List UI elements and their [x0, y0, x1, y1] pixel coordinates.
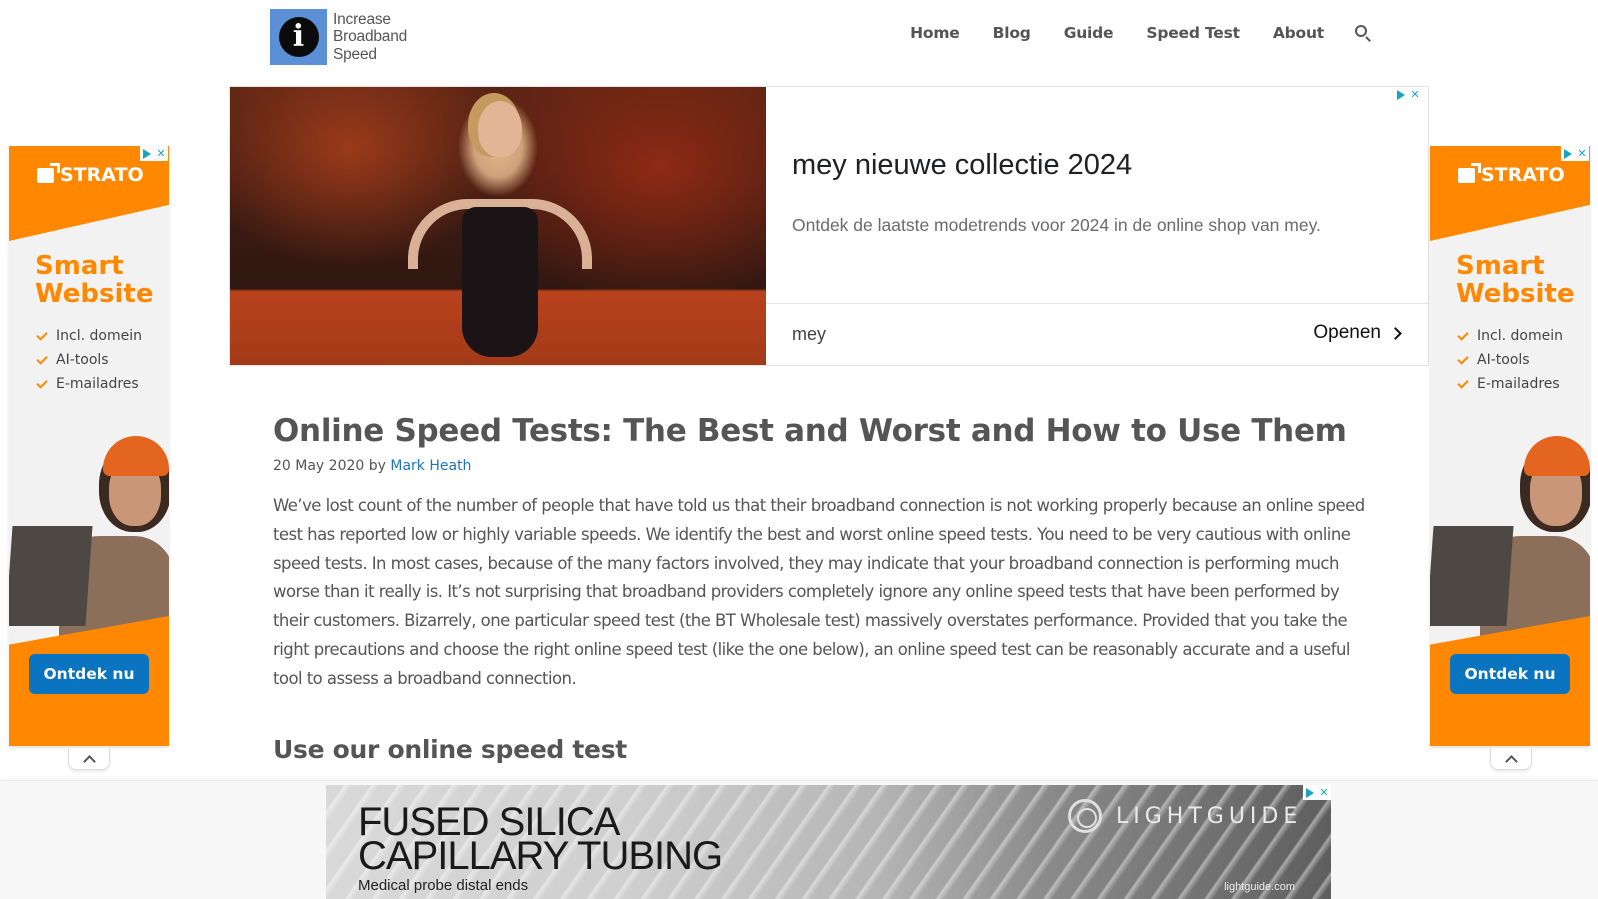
- strato-logo: STRATO: [37, 162, 144, 186]
- ad-brand: mey: [792, 324, 827, 344]
- logo-info-icon: i: [270, 9, 327, 65]
- feature-list: Incl. domein AI-tools E-mailadres: [35, 324, 142, 396]
- check-icon: [1457, 376, 1469, 389]
- collapse-left-ad-button[interactable]: [68, 748, 110, 770]
- side-ad-title: Smart Website: [1456, 251, 1575, 309]
- ad-image[interactable]: [230, 87, 766, 365]
- article-intro: We’ve lost count of the number of people…: [273, 496, 1365, 688]
- article-title: Online Speed Tests: The Best and Worst a…: [273, 413, 1347, 449]
- collapse-right-ad-button[interactable]: [1490, 748, 1532, 770]
- strato-logo-icon: [1458, 162, 1481, 183]
- check-icon: [36, 352, 48, 365]
- check-icon: [1457, 352, 1469, 365]
- bottom-ad-subtitle: Medical probe distal ends: [358, 877, 529, 894]
- strato-logo-icon: [37, 162, 60, 183]
- site-logo[interactable]: i Increase Broadband Speed: [270, 9, 407, 65]
- search-icon[interactable]: [1354, 24, 1372, 42]
- site-header: i Increase Broadband Speed Home Blog Gui…: [0, 0, 1598, 78]
- article: Online Speed Tests: The Best and Worst a…: [273, 412, 1383, 694]
- close-ad-icon[interactable]: ✕: [1408, 87, 1422, 102]
- ad-headline[interactable]: mey nieuwe collectie 2024: [792, 149, 1132, 182]
- adchoices: ✕: [1394, 87, 1422, 102]
- right-side-ad[interactable]: STRATO Smart Website Incl. domein AI-too…: [1430, 146, 1590, 746]
- nav-home[interactable]: Home: [910, 24, 960, 42]
- adchoices: ✕: [1561, 146, 1589, 161]
- left-side-ad[interactable]: STRATO Smart Website Incl. domein AI-too…: [9, 146, 169, 746]
- chevron-up-icon: [1504, 754, 1518, 768]
- main-nav: Home Blog Guide Speed Test About: [877, 24, 1372, 42]
- ad-description: Ontdek de laatste modetrends voor 2024 i…: [792, 215, 1321, 235]
- check-icon: [36, 376, 48, 389]
- ad-footer: mey Openen: [766, 303, 1428, 365]
- post-date: 20 May 2020: [273, 458, 365, 474]
- close-ad-icon[interactable]: ✕: [1575, 146, 1589, 161]
- close-ad-icon[interactable]: ✕: [1317, 785, 1331, 800]
- lightguide-logo-icon: [1068, 799, 1102, 833]
- lightguide-logo: LIGHTGUIDE: [1068, 799, 1302, 833]
- feature-item: AI-tools: [35, 348, 142, 372]
- discover-now-button[interactable]: Ontdek nu: [1450, 654, 1570, 694]
- close-ad-icon[interactable]: ✕: [154, 146, 168, 161]
- adchoices-icon[interactable]: [1561, 146, 1575, 161]
- top-banner-ad[interactable]: mey nieuwe collectie 2024 Ontdek de laat…: [229, 86, 1429, 366]
- ad-person-image: [9, 436, 169, 646]
- nav-blog[interactable]: Blog: [993, 24, 1031, 42]
- adchoices-icon[interactable]: [140, 146, 154, 161]
- feature-list: Incl. domein AI-tools E-mailadres: [1456, 324, 1563, 396]
- article-meta: 20 May 2020 by Mark Heath: [273, 458, 472, 474]
- adchoices-icon[interactable]: [1394, 87, 1408, 102]
- discover-now-button[interactable]: Ontdek nu: [29, 654, 149, 694]
- feature-item: E-mailadres: [1456, 372, 1563, 396]
- check-icon: [1457, 328, 1469, 341]
- logo-text: Increase Broadband Speed: [333, 10, 408, 63]
- adchoices: ✕: [1303, 785, 1331, 800]
- nav-speed-test[interactable]: Speed Test: [1146, 24, 1240, 42]
- nav-guide[interactable]: Guide: [1064, 24, 1114, 42]
- section-heading: Use our online speed test: [273, 735, 627, 764]
- adchoices-icon[interactable]: [1303, 785, 1317, 800]
- author-link[interactable]: Mark Heath: [390, 458, 471, 474]
- bottom-ad-url: lightguide.com: [1224, 881, 1295, 893]
- nav-about[interactable]: About: [1273, 24, 1324, 42]
- bottom-banner-ad[interactable]: FUSED SILICA CAPILLARY TUBING Medical pr…: [326, 785, 1331, 899]
- ad-open-button[interactable]: Openen: [1313, 322, 1402, 344]
- feature-item: AI-tools: [1456, 348, 1563, 372]
- chevron-right-icon: [1389, 326, 1402, 340]
- chevron-up-icon: [82, 754, 96, 768]
- bottom-ad-title: FUSED SILICA CAPILLARY TUBING: [358, 800, 723, 878]
- adchoices: ✕: [140, 146, 168, 161]
- ad-person-image: [1430, 436, 1590, 646]
- feature-item: Incl. domein: [1456, 324, 1563, 348]
- side-ad-title: Smart Website: [35, 251, 154, 309]
- feature-item: E-mailadres: [35, 372, 142, 396]
- strato-logo: STRATO: [1458, 162, 1565, 186]
- feature-item: Incl. domein: [35, 324, 142, 348]
- check-icon: [36, 328, 48, 341]
